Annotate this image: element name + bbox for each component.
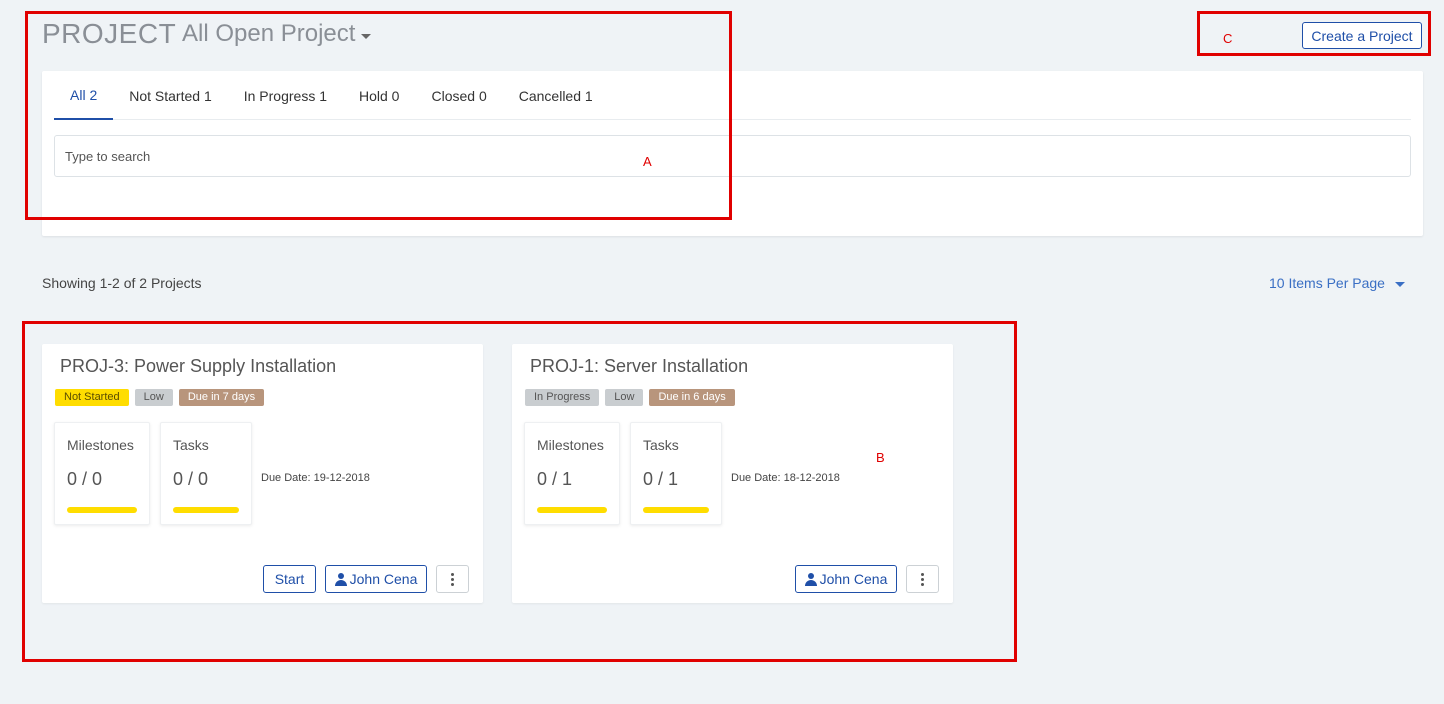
items-per-page-label: 10 Items Per Page [1269,275,1385,291]
annotation-label-a: A [643,154,652,169]
annotation-box-b [22,321,1017,662]
annotation-box-a [25,11,732,220]
showing-count: Showing 1-2 of 2 Projects [42,275,202,291]
annotation-label-c: C [1223,31,1233,46]
items-per-page-select[interactable]: 10 Items Per Page [1269,275,1405,291]
caret-down-icon [1394,281,1405,287]
annotation-label-b: B [876,450,885,465]
